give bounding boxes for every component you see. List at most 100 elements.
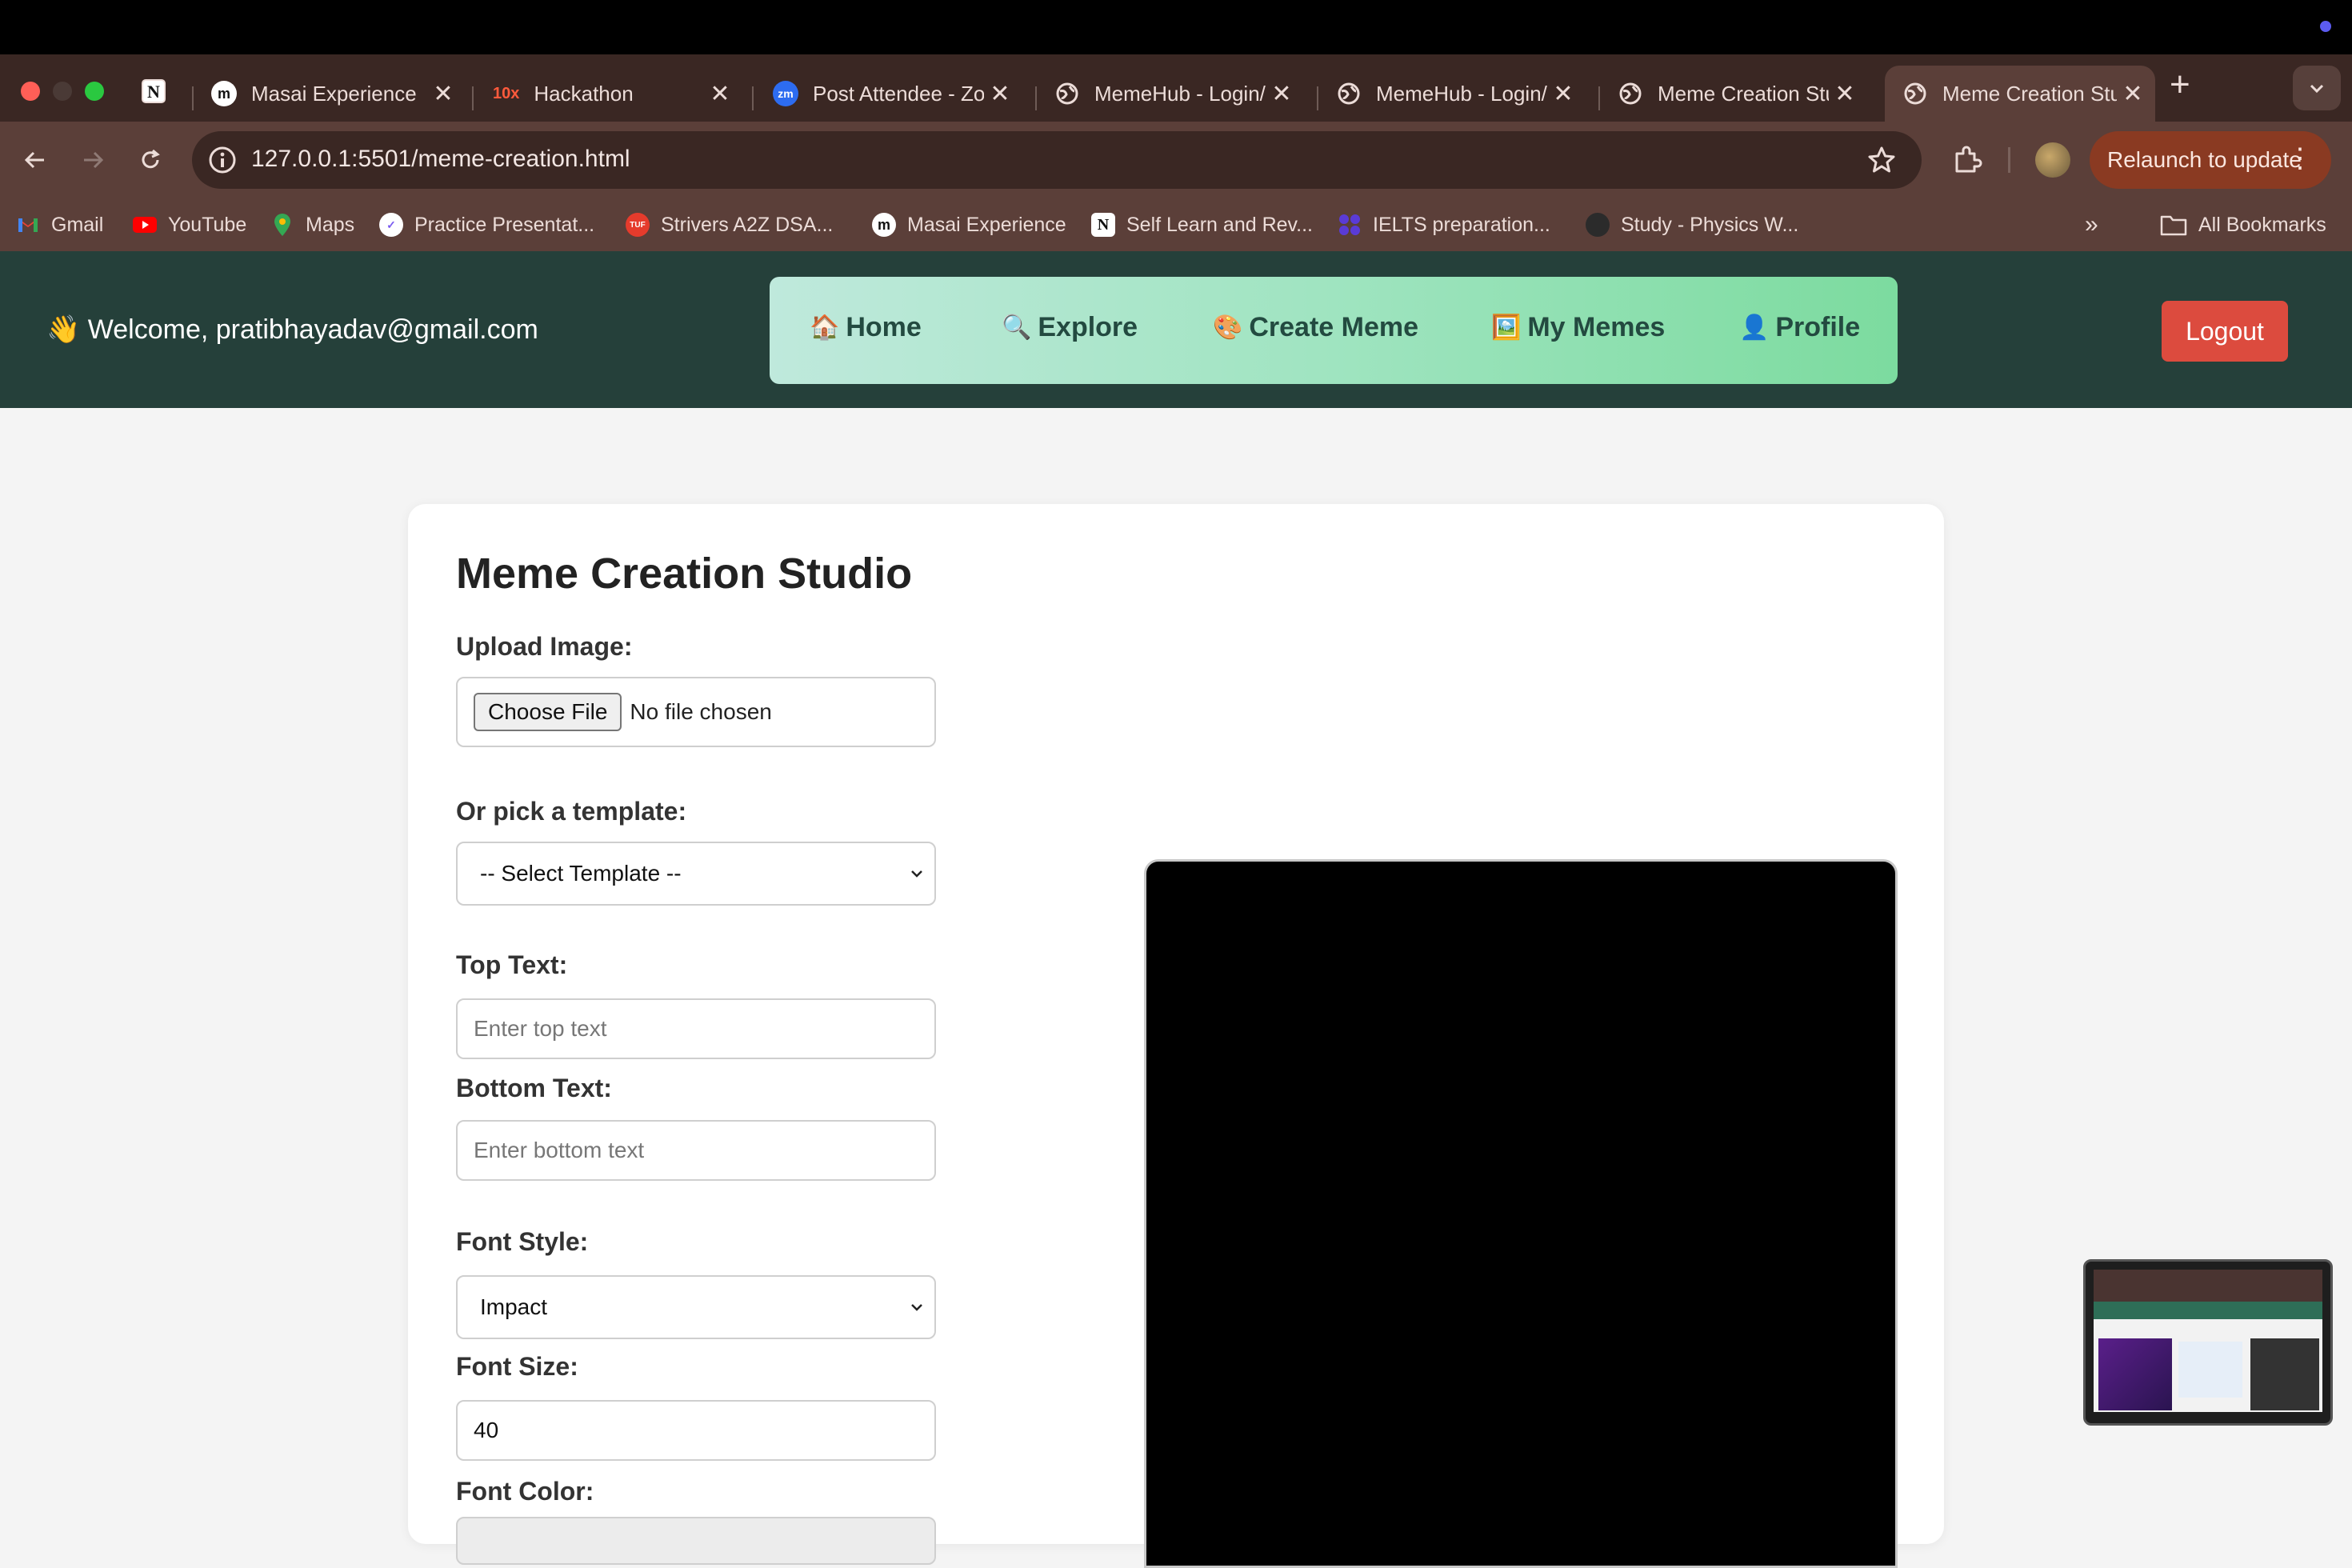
meme-canvas-preview[interactable] (1144, 859, 1898, 1568)
nav-explore[interactable]: 🔍 Explore (1002, 312, 1138, 343)
more-bookmarks-icon[interactable]: » (2085, 211, 2098, 238)
thumbnail-image (2178, 1342, 2242, 1398)
font-style-select[interactable]: Impact (456, 1275, 936, 1339)
svg-text:N: N (147, 82, 160, 102)
bookmarks-bar: Gmail YouTube Maps ✓ Practice Presentat.… (0, 198, 2352, 252)
font-style-label: Font Style: (456, 1227, 589, 1256)
main-menu: 🏠 Home 🔍 Explore 🎨 Create Meme 🖼️ My Mem… (770, 277, 1898, 384)
pinned-tab-notion[interactable]: N (138, 75, 170, 107)
site-info-icon[interactable] (206, 144, 238, 176)
extensions-icon[interactable] (1947, 141, 1986, 179)
bookmark-maps[interactable]: Maps (270, 210, 354, 240)
font-size-input[interactable]: 40 (456, 1400, 936, 1461)
notion-icon: N (142, 79, 166, 103)
arrow-right-icon (84, 151, 104, 169)
url-text[interactable]: 127.0.0.1:5501/meme-creation.html (251, 146, 630, 173)
practice-icon: ✓ (379, 213, 403, 237)
maps-icon (270, 213, 294, 237)
tab-meme-creation-studio[interactable]: Meme Creation Studio ✕ (1600, 66, 1867, 122)
picture-icon: 🖼️ (1491, 314, 1522, 341)
masai-icon: m (872, 213, 896, 237)
tab-search-button[interactable] (2293, 66, 2341, 110)
bookmark-study-physics[interactable]: Study - Physics W... (1586, 210, 1798, 240)
user-icon: 👤 (1739, 314, 1770, 341)
back-button[interactable] (16, 141, 54, 179)
globe-icon (1054, 81, 1080, 106)
close-tab-icon[interactable]: ✕ (984, 80, 1016, 108)
template-label: Or pick a template: (456, 797, 687, 826)
screen-share-thumbnail[interactable] (2083, 1259, 2333, 1426)
choose-file-button[interactable]: Choose File (474, 693, 622, 731)
tab-memehub-login-2[interactable]: MemeHub - Login/ ✕ (1318, 66, 1586, 122)
arrow-left-icon (24, 151, 44, 169)
chevron-down-icon (2310, 84, 2324, 94)
bookmark-youtube[interactable]: YouTube (133, 210, 246, 240)
wave-icon: 👋 (46, 314, 81, 345)
bottom-text-input[interactable]: Enter bottom text (456, 1120, 936, 1181)
close-tab-icon[interactable]: ✕ (2117, 80, 2149, 108)
folder-icon (2160, 215, 2187, 236)
new-tab-button[interactable]: + (2170, 67, 2190, 102)
browser-tab-strip: N m Masai Experience ✕ 10x Hackathon ✕ z… (0, 54, 2352, 122)
maximize-window-button[interactable] (85, 82, 104, 101)
nav-profile[interactable]: 👤 Profile (1739, 312, 1860, 343)
bookmark-ielts[interactable]: IELTS preparation... (1338, 210, 1550, 240)
home-icon: 🏠 (810, 314, 840, 341)
close-tab-icon[interactable]: ✕ (1266, 80, 1298, 108)
browser-toolbar: 127.0.0.1:5501/meme-creation.html Relaun… (0, 122, 2352, 198)
font-color-input[interactable] (456, 1517, 936, 1565)
upload-image-label: Upload Image: (456, 632, 633, 661)
minimize-window-button[interactable] (53, 82, 72, 101)
bookmark-gmail[interactable]: Gmail (16, 210, 103, 240)
chevron-down-icon (911, 1304, 922, 1311)
search-icon: 🔍 (1002, 314, 1032, 341)
address-bar[interactable]: 127.0.0.1:5501/meme-creation.html (192, 131, 1922, 189)
nav-home[interactable]: 🏠 Home (810, 312, 922, 343)
nav-my-memes[interactable]: 🖼️ My Memes (1491, 312, 1665, 343)
masai-icon: m (211, 81, 237, 106)
logout-button[interactable]: Logout (2162, 301, 2288, 362)
tuf-icon: TUF (626, 213, 650, 237)
tab-post-attendee[interactable]: zm Post Attendee - Zoom ✕ (755, 66, 1022, 122)
nav-create-meme[interactable]: 🎨 Create Meme (1213, 312, 1418, 343)
font-size-label: Font Size: (456, 1352, 578, 1381)
close-tab-icon[interactable]: ✕ (1829, 80, 1861, 108)
close-tab-icon[interactable]: ✕ (1547, 80, 1579, 108)
relaunch-button[interactable]: Relaunch to update ⋮ (2090, 131, 2331, 189)
youtube-icon (133, 213, 157, 237)
app-navbar: 👋 Welcome, pratibhayadav@gmail.com 🏠 Hom… (0, 251, 2352, 408)
bookmark-self-learn[interactable]: N Self Learn and Rev... (1091, 210, 1313, 240)
file-status-text: No file chosen (630, 699, 772, 724)
profile-avatar[interactable] (2035, 142, 2070, 178)
globe-icon (1336, 81, 1362, 106)
template-select[interactable]: -- Select Template -- (456, 842, 936, 906)
tab-hackathon[interactable]: 10x Hackathon ✕ (475, 66, 742, 122)
bookmark-masai-experience[interactable]: m Masai Experience (872, 210, 1066, 240)
upload-image-input[interactable]: Choose File No file chosen (456, 677, 936, 747)
top-text-input[interactable]: Enter top text (456, 998, 936, 1059)
bookmark-practice-presentation[interactable]: ✓ Practice Presentat... (379, 210, 594, 240)
gmail-icon (16, 213, 40, 237)
tab-memehub-login-1[interactable]: MemeHub - Login/ ✕ (1037, 66, 1304, 122)
globe-icon (1902, 81, 1928, 106)
bottom-text-label: Bottom Text: (456, 1074, 612, 1102)
os-menu-strip (0, 0, 2352, 54)
more-vert-icon: ⋮ (2286, 143, 2314, 174)
welcome-message: 👋 Welcome, pratibhayadav@gmail.com (46, 314, 538, 345)
bookmark-strivers-a2z[interactable]: TUF Strivers A2Z DSA... (626, 210, 833, 240)
status-dot-icon (2320, 21, 2331, 32)
globe-icon (1618, 81, 1643, 106)
close-window-button[interactable] (21, 82, 40, 101)
study-icon (1586, 213, 1610, 237)
tab-masai-experience[interactable]: m Masai Experience ✕ (194, 66, 466, 122)
all-bookmarks-button[interactable]: All Bookmarks (2160, 210, 2326, 240)
close-tab-icon[interactable]: ✕ (704, 80, 736, 108)
reload-button[interactable] (131, 141, 170, 179)
bookmark-star-icon[interactable] (1866, 144, 1898, 176)
meme-studio-card: Meme Creation Studio Upload Image: Choos… (408, 504, 1944, 1568)
notion-icon: N (1091, 213, 1115, 237)
palette-icon: 🎨 (1213, 314, 1243, 341)
tab-meme-creation-studio-active[interactable]: Meme Creation Studio ✕ (1885, 66, 2155, 122)
close-tab-icon[interactable]: ✕ (427, 80, 459, 108)
forward-button[interactable] (74, 141, 112, 179)
